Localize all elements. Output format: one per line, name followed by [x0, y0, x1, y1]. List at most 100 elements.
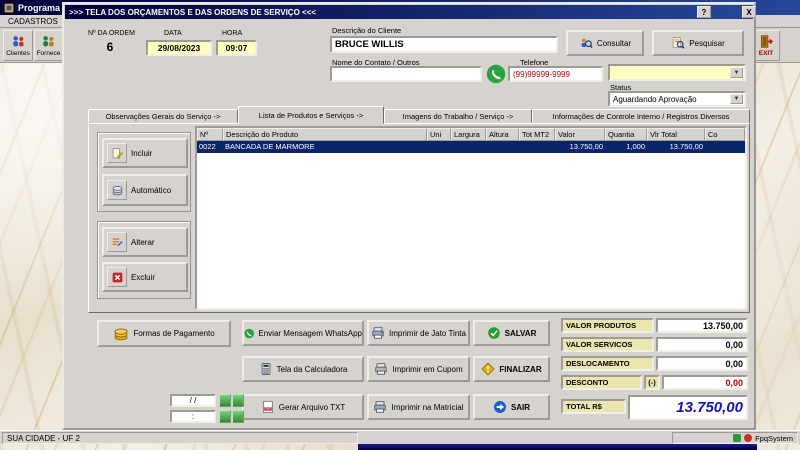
alterar-button[interactable]: Alterar — [102, 227, 188, 257]
save-button[interactable]: SALVAR — [473, 320, 550, 346]
calculator-label: Tela da Calculadora — [276, 364, 348, 374]
desconto-value[interactable]: 0,00 — [662, 375, 748, 390]
cell-num: 0022 — [199, 142, 216, 151]
automatico-label: Automático — [131, 185, 172, 195]
txt-button[interactable]: TXT Gerar Arquivo TXT — [242, 394, 364, 420]
finish-date-field[interactable]: / / — [170, 394, 216, 407]
total-label: TOTAL R$ — [561, 399, 626, 414]
yellow-diamond-icon — [481, 362, 495, 376]
exit-dialog-button[interactable]: SAIR — [473, 394, 550, 420]
coins-stack-icon — [107, 180, 127, 200]
valor-servicos-value: 0,00 — [656, 337, 748, 352]
svg-text:TXT: TXT — [265, 407, 271, 411]
exit-toolbar-button[interactable]: EXIT — [752, 30, 780, 61]
print-inkjet-label: Imprimir de Jato Tinta — [389, 328, 466, 338]
statusbar-brand-panel: FpqSystem — [672, 432, 798, 444]
red-x-icon — [107, 267, 127, 287]
valor-produtos-value: 13.750,00 — [656, 318, 748, 333]
order-number-label: Nº DA ORDEM — [88, 30, 135, 37]
col-header-num[interactable]: Nº — [197, 128, 223, 141]
print-matrix-button[interactable]: Imprimir na Matricial — [367, 394, 470, 420]
incluir-button[interactable]: Incluir — [102, 138, 188, 168]
print-inkjet-button[interactable]: Imprimir de Jato Tinta — [367, 320, 470, 346]
excluir-button[interactable]: Excluir — [102, 262, 188, 292]
consult-label: Consultar — [596, 38, 632, 48]
dialog-help-button[interactable]: ? — [697, 6, 711, 18]
deslocamento-label: DESLOCAMENTO — [561, 356, 654, 371]
col-header-totmt2[interactable]: Tot MT2 — [519, 128, 555, 141]
col-header-largura[interactable]: Largura — [451, 128, 486, 141]
desconto-minus-label: (-) — [644, 375, 660, 390]
finalize-button[interactable]: FINALIZAR — [473, 356, 550, 382]
payment-label: Formas de Pagamento — [133, 329, 215, 338]
whatsapp-send-label: Enviar Mensagem WhatsApp — [258, 328, 362, 338]
blue-arrow-icon — [493, 401, 506, 413]
products-table: Nº Descrição do Produto Uni Largura Altu… — [195, 126, 747, 310]
col-header-quantia[interactable]: Quantia — [605, 128, 647, 141]
calculator-button[interactable]: Tela da Calculadora — [242, 356, 364, 382]
order-number-value: 6 — [106, 40, 114, 54]
green-check-icon — [487, 327, 500, 339]
payment-button[interactable]: Formas de Pagamento — [97, 320, 231, 347]
table-row-selected[interactable]: 0022 BANCADA DE MARMORE 13.750,00 1,000 … — [197, 141, 745, 153]
dialog-close-button[interactable]: X — [742, 6, 756, 18]
finish-time-field[interactable]: : — [170, 410, 216, 423]
status-combo[interactable]: Aguardando Aprovação ▼ — [608, 91, 746, 107]
exit-dialog-label: SAIR — [510, 402, 531, 412]
tab-lista-produtos[interactable]: Lista de Produtos e Serviços -> — [238, 106, 384, 124]
print-coupon-button[interactable]: Imprimir em Cupom — [367, 356, 470, 382]
incluir-label: Incluir — [131, 148, 153, 158]
dialog-titlebar: >>> TELA DOS ORÇAMENTOS E DAS ORDENS DE … — [65, 5, 753, 19]
whatsapp-icon[interactable] — [486, 64, 506, 84]
statusbar-location: SUA CIDADE - UF 2 — [7, 433, 80, 443]
statusbar-brand: FpqSystem — [755, 433, 793, 443]
deslocamento-value[interactable]: 0,00 — [656, 356, 748, 371]
total-value: 13.750,00 — [628, 395, 748, 420]
consult-button[interactable]: Consultar — [566, 30, 644, 56]
tab-observacoes[interactable]: Observações Gerais do Serviço -> — [88, 109, 238, 123]
phone-field[interactable]: (99)99999-9999 — [508, 66, 603, 82]
clientes-toolbar-button[interactable]: Clientes — [3, 30, 33, 61]
col-header-co[interactable]: Co — [705, 128, 745, 141]
col-header-uni[interactable]: Uni — [427, 128, 451, 141]
search-icon — [673, 37, 685, 49]
extra-combo[interactable]: ▼ — [608, 64, 746, 81]
cell-altura — [486, 141, 519, 153]
clear-time-button[interactable] — [232, 410, 244, 423]
close-icon: X — [746, 7, 752, 17]
client-field[interactable]: BRUCE WILLIS — [330, 36, 558, 53]
search-button[interactable]: Pesquisar — [652, 30, 744, 56]
printer-icon — [374, 401, 387, 413]
time-field[interactable]: 09:07 — [216, 40, 257, 56]
taskbar-strip[interactable] — [358, 444, 757, 450]
confirm-time-button[interactable] — [219, 410, 231, 423]
clientes-people-icon — [12, 36, 24, 47]
time-label: HORA — [222, 30, 243, 37]
fornecedores-people-icon — [43, 36, 54, 47]
col-header-altura[interactable]: Altura — [486, 128, 519, 141]
cell-largura — [451, 141, 486, 153]
exit-toolbar-label: EXIT — [758, 50, 774, 57]
save-label: SALVAR — [504, 328, 537, 338]
status-combo-value: Aguardando Aprovação — [613, 94, 697, 104]
menu-item-cadastros[interactable]: CADASTROS — [8, 17, 58, 26]
fornecedores-toolbar-button[interactable]: Fornece — [34, 30, 63, 61]
col-header-vlrtotal[interactable]: Vlr Total — [647, 128, 705, 141]
tab-informacoes[interactable]: Informações de Controle Interno / Regist… — [532, 109, 750, 123]
finalize-label: FINALIZAR — [499, 364, 542, 374]
col-header-descricao[interactable]: Descrição do Produto — [223, 128, 427, 141]
statusbar-location-panel: SUA CIDADE - UF 2 — [2, 432, 358, 444]
clear-date-button[interactable] — [232, 394, 244, 407]
confirm-date-button[interactable] — [219, 394, 231, 407]
automatico-button[interactable]: Automático — [102, 174, 188, 206]
col-header-valor[interactable]: Valor — [555, 128, 605, 141]
whatsapp-send-button[interactable]: Enviar Mensagem WhatsApp — [242, 320, 364, 346]
date-field[interactable]: 29/08/2023 — [146, 40, 212, 56]
door-exit-icon — [760, 35, 773, 48]
search-label: Pesquisar — [689, 38, 725, 48]
chevron-down-icon[interactable]: ▼ — [730, 67, 743, 78]
contact-field[interactable] — [330, 66, 482, 82]
chevron-down-icon[interactable]: ▼ — [730, 94, 743, 104]
tab-imagens[interactable]: Imagens do Trabalho / Serviço -> — [384, 109, 532, 123]
crud-group-add: Incluir Automático — [97, 132, 191, 212]
